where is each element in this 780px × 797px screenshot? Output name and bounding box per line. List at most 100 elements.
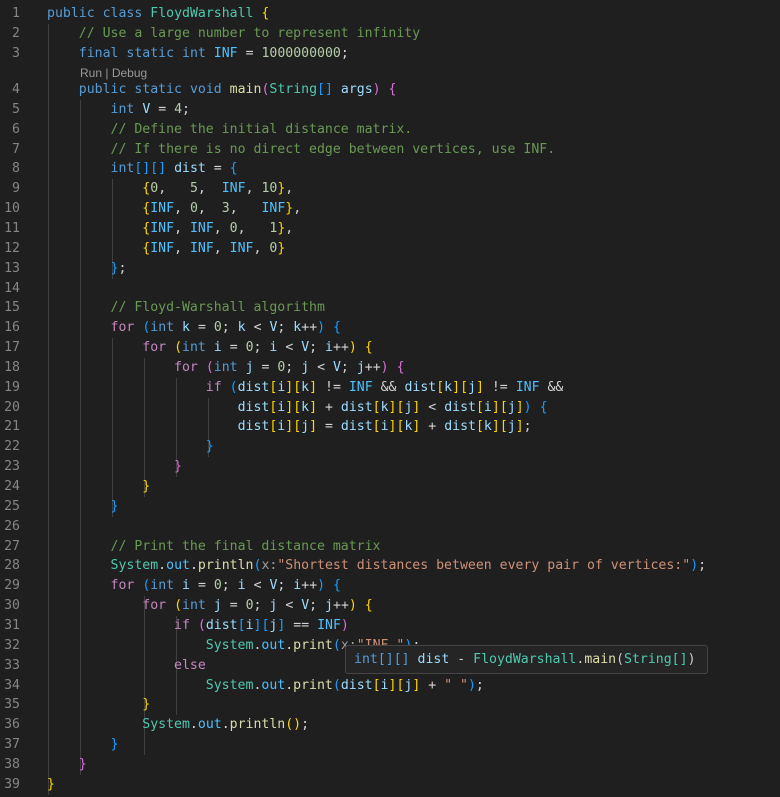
line-number: 30 xyxy=(4,598,20,614)
code-text[interactable]: } xyxy=(47,695,150,715)
code-line[interactable]: 6 // Define the initial distance matrix. xyxy=(0,120,780,140)
code-line[interactable]: 29 for (int i = 0; i < V; i++) { xyxy=(0,576,780,596)
code-line[interactable]: 34 System.out.print(dist[i][j] + " "); xyxy=(0,676,780,696)
code-text[interactable]: dist[i][k] + dist[k][j] < dist[i][j]) { xyxy=(47,398,548,418)
code-token: dist xyxy=(340,399,373,415)
code-text[interactable]: for (int j = 0; j < V; j++) { xyxy=(47,596,372,616)
line-number: 12 xyxy=(4,240,20,256)
code-line[interactable]: 24 } xyxy=(0,477,780,497)
line-number: 16 xyxy=(4,320,20,336)
code-text[interactable]: if (dist[i][j] == INF) xyxy=(47,616,349,636)
code-line[interactable]: 35 } xyxy=(0,695,780,715)
code-text[interactable]: int V = 4; xyxy=(47,100,190,120)
code-line[interactable]: 26 xyxy=(0,517,780,537)
code-token: { xyxy=(229,161,238,177)
code-text[interactable]: for (int j = 0; j < V; j++) { xyxy=(47,358,404,378)
code-text[interactable]: // Use a large number to represent infin… xyxy=(47,24,420,44)
code-line[interactable]: 15 // Floyd-Warshall algorithm xyxy=(0,298,780,318)
code-line[interactable]: 4 public static void main(String[] args)… xyxy=(0,80,780,100)
code-text[interactable]: else xyxy=(47,656,206,676)
code-line[interactable]: 5 int V = 4; xyxy=(0,100,780,120)
code-text[interactable]: if (dist[i][k] != INF && dist[k][j] != I… xyxy=(47,378,564,398)
code-text[interactable]: // If there is no direct edge between ve… xyxy=(47,140,556,160)
code-line[interactable]: 11 {INF, INF, 0, 1}, xyxy=(0,219,780,239)
code-text[interactable]: } xyxy=(47,497,119,517)
code-line[interactable]: 1 public class FloydWarshall { xyxy=(0,4,780,24)
code-line[interactable]: 21 dist[i][j] = dist[i][k] + dist[k][j]; xyxy=(0,417,780,437)
code-text[interactable]: {INF, 0, 3, INF}, xyxy=(47,199,301,219)
code-text[interactable]: } xyxy=(47,775,55,795)
code-line[interactable]: 28 System.out.println(x:"Shortest distan… xyxy=(0,556,780,576)
code-text[interactable]: for (int i = 0; i < V; i++) { xyxy=(47,576,341,596)
code-line[interactable]: 23 } xyxy=(0,457,780,477)
code-line[interactable]: 2 // Use a large number to represent inf… xyxy=(0,24,780,44)
code-line[interactable]: 39} xyxy=(0,775,780,795)
code-text[interactable]: int[][] dist = { xyxy=(47,159,238,179)
code-text[interactable]: {INF, INF, 0, 1}, xyxy=(47,219,293,239)
code-line[interactable]: 16 for (int k = 0; k < V; k++) { xyxy=(0,318,780,338)
code-text[interactable]: for (int k = 0; k < V; k++) { xyxy=(47,318,341,338)
code-line[interactable]: 36 System.out.println(); xyxy=(0,715,780,735)
code-line[interactable]: 12 {INF, INF, INF, 0} xyxy=(0,239,780,259)
code-token: if xyxy=(205,379,222,395)
code-token: "Shortest distances between every pair o… xyxy=(277,558,691,574)
code-line[interactable]: 20 dist[i][k] + dist[k][j] < dist[i][j])… xyxy=(0,398,780,418)
code-token: . xyxy=(285,677,294,693)
code-line[interactable]: 38 } xyxy=(0,755,780,775)
code-line[interactable]: 22 } xyxy=(0,437,780,457)
code-text[interactable]: dist[i][j] = dist[i][k] + dist[k][j]; xyxy=(47,417,532,437)
line-number: 38 xyxy=(4,756,20,772)
code-line[interactable]: 14 xyxy=(0,279,780,299)
code-text[interactable]: {INF, INF, INF, 0} xyxy=(47,239,285,259)
code-line[interactable]: 27 // Print the final distance matrix xyxy=(0,537,780,557)
code-line[interactable]: 8 int[][] dist = { xyxy=(0,159,780,179)
code-text[interactable]: public static void main(String[] args) { xyxy=(47,80,397,100)
code-token: ; xyxy=(340,46,349,61)
code-line[interactable]: 9 {0, 5, INF, 10}, xyxy=(0,179,780,199)
code-token: [ xyxy=(499,419,508,435)
code-editor[interactable]: 1 public class FloydWarshall {2 // Use a … xyxy=(0,0,780,797)
code-line[interactable]: 18 for (int j = 0; j < V; j++) { xyxy=(0,358,780,378)
code-line[interactable]: 17 for (int i = 0; i < V; i++) { xyxy=(0,338,780,358)
code-text[interactable]: // Define the initial distance matrix. xyxy=(47,120,413,140)
code-text[interactable]: }; xyxy=(47,259,127,279)
code-token: INF xyxy=(348,379,373,395)
code-line[interactable]: 19 if (dist[i][k] != INF && dist[k][j] !… xyxy=(0,378,780,398)
code-text[interactable]: public class FloydWarshall { xyxy=(47,4,269,24)
code-text[interactable]: } xyxy=(47,477,150,497)
code-text[interactable]: // Floyd-Warshall algorithm xyxy=(47,298,325,318)
code-text[interactable]: } xyxy=(47,457,182,477)
code-line[interactable]: 13 }; xyxy=(0,259,780,279)
code-text[interactable]: } xyxy=(47,755,87,775)
code-token: INF xyxy=(150,240,175,256)
code-line[interactable]: 7 // If there is no direct edge between … xyxy=(0,140,780,160)
code-text[interactable]: for (int i = 0; i < V; i++) { xyxy=(47,338,372,358)
code-text[interactable]: {0, 5, INF, 10}, xyxy=(47,179,293,199)
code-text[interactable]: System.out.println(x:"Shortest distances… xyxy=(47,556,707,576)
code-line[interactable]: 30 for (int j = 0; j < V; j++) { xyxy=(0,596,780,616)
code-text[interactable]: } xyxy=(47,735,119,755)
code-text[interactable]: System.out.print(dist[i][j] + " "); xyxy=(47,676,484,696)
code-text[interactable]: System.out.println(); xyxy=(47,715,309,735)
code-line[interactable]: 3 final static int INF = 1000000000; xyxy=(0,44,780,64)
code-line[interactable]: 25 } xyxy=(0,497,780,517)
code-token: } xyxy=(205,439,214,455)
code-text[interactable]: } xyxy=(47,437,214,457)
code-line[interactable]: 10 {INF, 0, 3, INF}, xyxy=(0,199,780,219)
codelens-run[interactable]: Run xyxy=(80,66,102,80)
code-line[interactable]: 31 if (dist[i][j] == INF) xyxy=(0,616,780,636)
code-text[interactable]: final static int INF = 1000000000; xyxy=(47,44,349,64)
code-text[interactable]: // Print the final distance matrix xyxy=(47,537,381,557)
code-token: , xyxy=(174,220,190,236)
code-token: INF xyxy=(229,240,254,256)
code-token: static xyxy=(134,82,182,97)
code-line[interactable]: 37 } xyxy=(0,735,780,755)
codelens-debug[interactable]: Debug xyxy=(112,66,147,80)
code-token: int xyxy=(110,161,135,177)
